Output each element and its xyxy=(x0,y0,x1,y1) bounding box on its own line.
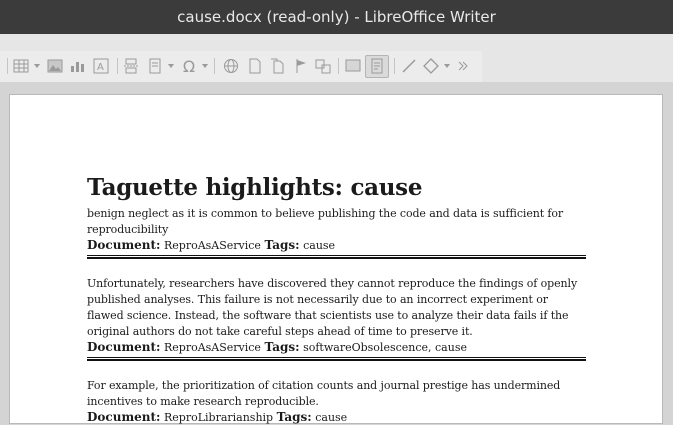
document-label: Document: xyxy=(87,340,161,354)
document-value: ReproAsAService xyxy=(163,239,261,252)
document-heading: Taguette highlights: cause xyxy=(87,174,423,201)
highlight-divider xyxy=(87,255,586,259)
toolbar-separator xyxy=(117,58,118,74)
table-icon[interactable] xyxy=(12,57,30,75)
toolbar-separator xyxy=(214,58,215,74)
document-label: Document: xyxy=(87,238,161,252)
field-icon[interactable] xyxy=(146,57,164,75)
hyperlink-icon[interactable] xyxy=(222,57,240,75)
special-character-icon[interactable]: Ω xyxy=(180,57,198,76)
document-label: Document: xyxy=(87,410,161,424)
basic-shapes-icon[interactable] xyxy=(422,57,440,75)
chevron-down-icon[interactable] xyxy=(202,64,208,68)
track-changes-icon[interactable] xyxy=(368,57,386,75)
chevron-down-icon[interactable] xyxy=(34,64,40,68)
footnote-icon[interactable] xyxy=(246,57,264,75)
tags-value: cause xyxy=(303,239,336,252)
document-value: ReproAsAService xyxy=(163,341,261,354)
menu-bar-strip xyxy=(0,34,673,51)
window-titlebar: cause.docx (read-only) - LibreOffice Wri… xyxy=(0,0,673,34)
highlight-text: benign neglect as it is common to believ… xyxy=(87,207,564,236)
chevron-down-icon[interactable] xyxy=(168,64,174,68)
image-icon[interactable] xyxy=(46,57,64,75)
highlight-meta: Document: ReproAsAService Tags: cause xyxy=(87,238,586,253)
window-title: cause.docx (read-only) - LibreOffice Wri… xyxy=(177,8,496,26)
chart-icon[interactable] xyxy=(68,57,86,75)
page-break-icon[interactable] xyxy=(122,57,140,75)
tags-label: Tags: xyxy=(264,238,300,252)
highlight-entry: Unfortunately, researchers have discover… xyxy=(87,276,586,361)
highlight-meta: Document: ReproAsAService Tags: software… xyxy=(87,340,586,355)
highlight-divider xyxy=(87,357,586,361)
endnote-icon[interactable] xyxy=(268,57,286,75)
line-icon[interactable] xyxy=(400,57,418,75)
toolbar-separator xyxy=(394,58,395,74)
chevron-down-icon[interactable] xyxy=(444,64,450,68)
textbox-icon[interactable]: A xyxy=(92,57,110,75)
highlight-text: For example, the prioritization of citat… xyxy=(87,379,561,408)
toolbar-separator xyxy=(338,58,339,74)
cross-reference-icon[interactable] xyxy=(314,57,332,75)
overflow-icon[interactable] xyxy=(454,57,472,75)
tags-value: softwareObsolescence, cause xyxy=(303,341,467,354)
svg-text:A: A xyxy=(97,62,104,73)
tags-label: Tags: xyxy=(276,410,312,424)
highlight-meta: Document: ReproLibrarianship Tags: cause xyxy=(87,410,586,425)
tags-value: cause xyxy=(315,411,348,424)
highlight-entry: benign neglect as it is common to believ… xyxy=(87,206,586,259)
highlight-entry: For example, the prioritization of citat… xyxy=(87,378,586,425)
document-value: ReproLibrarianship xyxy=(163,411,274,424)
toolbar-separator xyxy=(7,58,8,74)
document-body[interactable]: Taguette highlights: cause benign neglec… xyxy=(87,170,586,425)
comment-icon[interactable] xyxy=(344,57,362,75)
highlight-text: Unfortunately, researchers have discover… xyxy=(87,277,578,338)
tags-label: Tags: xyxy=(264,340,300,354)
bookmark-icon[interactable] xyxy=(292,57,310,75)
toolbar-empty-area xyxy=(482,51,673,82)
